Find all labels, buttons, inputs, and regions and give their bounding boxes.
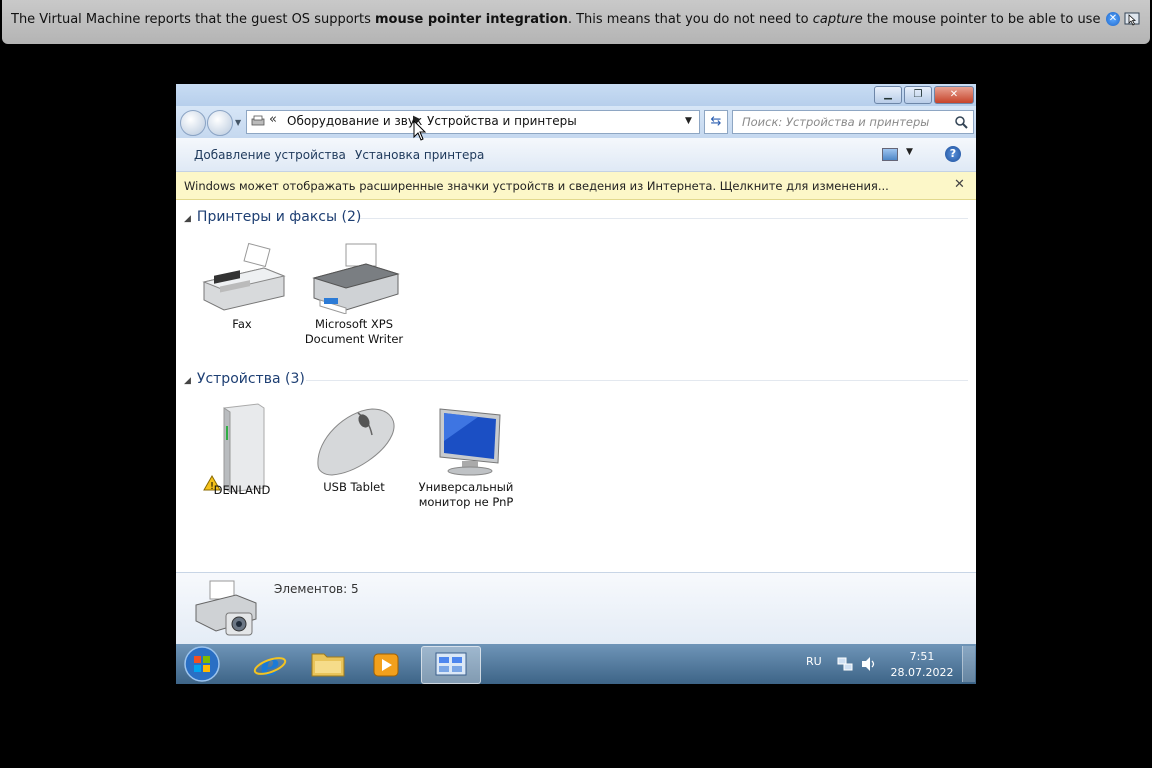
devices-content-pane: ◢ Принтеры и факсы (2) Fax Microsoft XPS D… <box>176 200 976 572</box>
windows-logo-icon <box>184 646 220 682</box>
devices-printers-icon <box>195 580 257 636</box>
device-label-line2: монитор не PnP <box>418 495 514 509</box>
show-desktop-button[interactable] <box>962 646 975 682</box>
clock[interactable]: 7:51 28.07.2022 <box>886 649 958 681</box>
forward-button[interactable] <box>207 110 233 136</box>
taskbar-devices-printers-button[interactable] <box>421 646 481 684</box>
taskbar-media-player-button[interactable] <box>358 646 414 682</box>
item-count: Элементов: 5 <box>274 582 359 596</box>
mouse-cursor-icon <box>413 120 427 141</box>
volume-icon[interactable] <box>860 656 878 672</box>
device-label: USB Tablet <box>323 480 385 494</box>
device-label: Универсальный <box>418 480 514 494</box>
minimize-button[interactable]: ▁ <box>874 86 902 104</box>
vbox-notification-text: The Virtual Machine reports that the gue… <box>11 12 1101 27</box>
search-icon[interactable] <box>954 115 968 129</box>
mouse-integration-icon[interactable] <box>1124 11 1140 27</box>
clock-date: 28.07.2022 <box>890 666 954 679</box>
restore-button[interactable]: ❐ <box>904 86 932 104</box>
help-icon[interactable]: ? <box>945 146 961 162</box>
view-options-icon[interactable] <box>882 148 898 161</box>
taskbar-ie-button[interactable]: e <box>242 646 298 683</box>
device-item-monitor[interactable]: Универсальный монитор не PnP <box>411 405 521 510</box>
mouse-icon <box>317 408 395 476</box>
monitor-icon <box>439 408 501 476</box>
device-item-xps-writer[interactable]: Microsoft XPS Document Writer <box>299 242 409 347</box>
breadcrumb-devices-printers[interactable]: Устройства и принтеры <box>427 114 577 128</box>
info-bar-close-icon[interactable]: ✕ <box>954 177 965 192</box>
details-pane: Элементов: 5 <box>176 572 976 645</box>
refresh-button[interactable]: ⇆ <box>704 110 728 134</box>
collapse-icon[interactable]: ◢ <box>184 376 191 386</box>
network-icon[interactable] <box>836 656 854 672</box>
group-header-printers[interactable]: ◢ Принтеры и факсы (2) <box>184 209 361 225</box>
vm-screen: ▁ ❐ ✕ ▼ « Оборудование и звук ▶ Устройст… <box>176 84 976 684</box>
breadcrumb-overflow-icon[interactable]: « <box>269 112 277 127</box>
address-dropdown-icon[interactable]: ▼ <box>685 116 692 126</box>
svg-text:e: e <box>260 648 279 682</box>
clock-time: 7:51 <box>909 650 935 663</box>
device-item-denland[interactable]: ! DENLAND <box>187 402 297 498</box>
taskbar: e RU 7:51 28.07.2022 <box>176 644 976 684</box>
view-dropdown-icon[interactable]: ▼ <box>906 147 913 157</box>
close-icon[interactable]: ✕ <box>1106 12 1120 26</box>
folder-icon <box>311 653 345 677</box>
collapse-icon[interactable]: ◢ <box>184 214 191 224</box>
group-divider <box>360 218 968 219</box>
device-label: DENLAND <box>213 483 271 497</box>
add-device-button[interactable]: Добавление устройства <box>194 148 346 162</box>
window-titlebar: ▁ ❐ ✕ <box>176 84 976 106</box>
group-header-devices[interactable]: ◢ Устройства (3) <box>184 371 305 387</box>
close-button[interactable]: ✕ <box>934 86 974 104</box>
devices-icon <box>251 115 265 126</box>
device-item-fax[interactable]: Fax <box>187 242 297 332</box>
vbox-notification-bar: The Virtual Machine reports that the gue… <box>2 0 1150 44</box>
back-button[interactable] <box>180 110 206 136</box>
address-bar[interactable]: « Оборудование и звук ▶ Устройства и при… <box>246 110 700 134</box>
internet-explorer-icon: e <box>253 648 287 683</box>
breadcrumb-hardware-sound[interactable]: Оборудование и звук <box>287 114 422 128</box>
printer-icon <box>312 243 400 314</box>
add-printer-button[interactable]: Установка принтера <box>355 148 484 162</box>
device-label: Microsoft XPS <box>314 317 394 331</box>
device-label: Fax <box>232 317 252 331</box>
history-dropdown-icon[interactable]: ▼ <box>235 118 241 127</box>
device-label-line2: Document Writer <box>304 332 404 346</box>
navigation-bar: ▼ « Оборудование и звук ▶ Устройства и п… <box>176 106 976 138</box>
device-item-usb-tablet[interactable]: USB Tablet <box>299 405 409 495</box>
taskbar-explorer-button[interactable] <box>300 646 356 682</box>
start-button[interactable] <box>180 646 236 682</box>
command-bar: Добавление устройства Установка принтера… <box>176 138 976 172</box>
devices-window-icon <box>435 652 467 676</box>
search-box[interactable]: Поиск: Устройства и принтеры <box>732 110 974 134</box>
computer-tower-icon: ! <box>203 403 265 493</box>
info-bar-text[interactable]: Windows может отображать расширенные зна… <box>184 179 889 193</box>
group-divider <box>306 380 968 381</box>
search-placeholder: Поиск: Устройства и принтеры <box>742 115 930 129</box>
media-player-icon <box>373 653 399 677</box>
info-bar[interactable]: Windows может отображать расширенные зна… <box>176 172 976 200</box>
language-indicator[interactable]: RU <box>806 655 822 668</box>
fax-icon <box>202 242 286 311</box>
